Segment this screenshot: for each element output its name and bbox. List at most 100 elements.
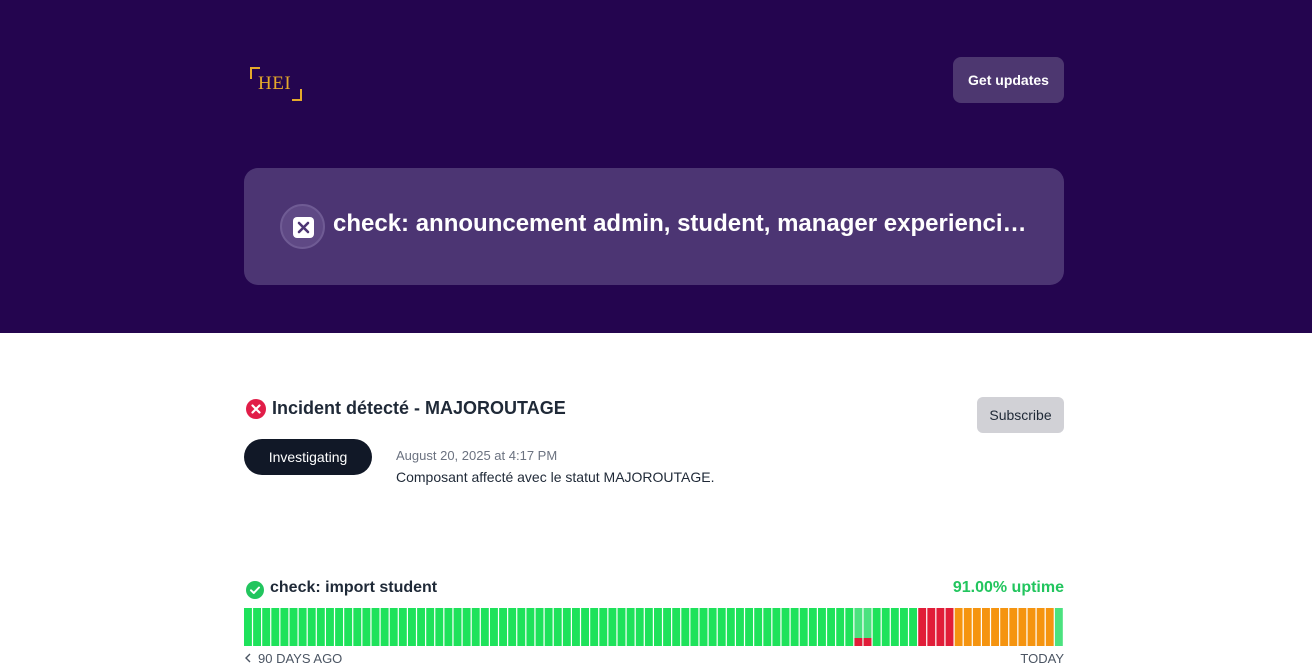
uptime-day-bar[interactable] — [326, 608, 334, 646]
uptime-day-bar[interactable] — [772, 608, 781, 646]
uptime-day-bar[interactable] — [253, 608, 262, 646]
uptime-day-bar[interactable] — [799, 608, 808, 646]
uptime-day-bar[interactable] — [462, 608, 471, 646]
uptime-day-bar[interactable] — [900, 608, 908, 646]
get-updates-button[interactable]: Get updates — [953, 57, 1064, 103]
uptime-day-bar[interactable] — [881, 608, 890, 646]
uptime-day-bar[interactable] — [854, 608, 863, 646]
uptime-day-bar[interactable] — [1018, 608, 1027, 646]
uptime-day-bar[interactable] — [717, 608, 726, 646]
uptime-day-bar[interactable] — [608, 608, 617, 646]
uptime-day-bar[interactable] — [517, 608, 526, 646]
uptime-day-bar[interactable] — [927, 608, 936, 646]
uptime-day-bar[interactable] — [808, 608, 817, 646]
uptime-day-bar[interactable] — [499, 608, 508, 646]
uptime-day-bar[interactable] — [508, 608, 517, 646]
uptime-day-bar[interactable] — [316, 608, 325, 646]
uptime-day-bar[interactable] — [1054, 608, 1063, 646]
uptime-day-bar[interactable] — [280, 608, 289, 646]
uptime-day-bar[interactable] — [845, 608, 854, 646]
uptime-day-bar[interactable] — [617, 608, 626, 646]
uptime-day-bar[interactable] — [763, 608, 772, 646]
hei-logo[interactable]: HEI — [250, 67, 304, 101]
uptime-day-bar[interactable] — [745, 608, 754, 646]
uptime-day-bar[interactable] — [526, 608, 535, 646]
uptime-day-bar[interactable] — [909, 608, 918, 646]
subscribe-button[interactable]: Subscribe — [977, 397, 1064, 433]
uptime-day-bar[interactable] — [389, 608, 398, 646]
uptime-day-bar[interactable] — [590, 608, 599, 646]
uptime-day-bar[interactable] — [954, 608, 963, 646]
uptime-day-bar[interactable] — [417, 608, 426, 646]
uptime-day-bar[interactable] — [663, 608, 672, 646]
uptime-day-bar[interactable] — [982, 608, 990, 646]
uptime-day-bar[interactable] — [836, 608, 845, 646]
uptime-day-bar[interactable] — [726, 608, 735, 646]
uptime-day-bar[interactable] — [736, 608, 744, 646]
uptime-day-bar[interactable] — [599, 608, 608, 646]
uptime-day-bar[interactable] — [644, 608, 653, 646]
uptime-day-bar[interactable] — [918, 608, 927, 646]
uptime-day-bar[interactable] — [398, 608, 407, 646]
uptime-day-bar[interactable] — [553, 608, 562, 646]
incident-status-badge: Investigating — [244, 439, 372, 475]
uptime-day-bar[interactable] — [1000, 608, 1009, 646]
uptime-day-bar[interactable] — [1009, 608, 1018, 646]
uptime-day-bar[interactable] — [635, 608, 644, 646]
uptime-day-bar[interactable] — [480, 608, 489, 646]
uptime-day-bar[interactable] — [344, 608, 353, 646]
uptime-day-bar[interactable] — [818, 608, 826, 646]
uptime-day-bar[interactable] — [380, 608, 389, 646]
uptime-day-bar[interactable] — [535, 608, 544, 646]
uptime-day-bar[interactable] — [307, 608, 316, 646]
uptime-day-bar[interactable] — [362, 608, 371, 646]
uptime-day-bar[interactable] — [699, 608, 708, 646]
uptime-day-bar[interactable] — [626, 608, 635, 646]
uptime-day-bar[interactable] — [863, 608, 872, 646]
uptime-day-bar[interactable] — [872, 608, 881, 646]
uptime-day-bar[interactable] — [708, 608, 717, 646]
uptime-day-bar[interactable] — [408, 608, 416, 646]
uptime-day-bar[interactable] — [544, 608, 553, 646]
uptime-day-bar[interactable] — [426, 608, 435, 646]
check-circle-icon — [246, 581, 264, 599]
chevron-left-icon — [244, 651, 252, 666]
uptime-day-bar[interactable] — [244, 608, 252, 646]
uptime-day-bar[interactable] — [271, 608, 280, 646]
uptime-percentage: 91.00% uptime — [952, 579, 1064, 596]
uptime-day-bar[interactable] — [572, 608, 580, 646]
uptime-day-bar[interactable] — [453, 608, 462, 646]
uptime-day-bar[interactable] — [936, 608, 945, 646]
uptime-day-bar[interactable] — [435, 608, 444, 646]
uptime-day-bar[interactable] — [781, 608, 790, 646]
uptime-day-bar[interactable] — [654, 608, 662, 646]
uptime-day-bar[interactable] — [444, 608, 453, 646]
uptime-day-bar[interactable] — [681, 608, 690, 646]
x-square-icon — [293, 217, 314, 238]
uptime-day-bar[interactable] — [972, 608, 981, 646]
uptime-day-bar[interactable] — [890, 608, 899, 646]
uptime-day-bar[interactable] — [1045, 608, 1054, 646]
uptime-day-bar[interactable] — [790, 608, 799, 646]
uptime-day-bar[interactable] — [690, 608, 699, 646]
uptime-day-bar[interactable] — [945, 608, 954, 646]
uptime-day-bar[interactable] — [371, 608, 380, 646]
uptime-day-bar[interactable] — [1027, 608, 1036, 646]
uptime-day-bar[interactable] — [262, 608, 271, 646]
uptime-day-bar[interactable] — [298, 608, 307, 646]
uptime-day-bar[interactable] — [562, 608, 571, 646]
uptime-day-bar[interactable] — [1036, 608, 1045, 646]
uptime-day-bar[interactable] — [471, 608, 480, 646]
uptime-day-bar[interactable] — [353, 608, 362, 646]
uptime-day-bar[interactable] — [335, 608, 344, 646]
uptime-day-bar[interactable] — [991, 608, 1000, 646]
x-circle-icon — [246, 399, 266, 419]
uptime-day-bar[interactable] — [490, 608, 498, 646]
uptime-day-bar[interactable] — [827, 608, 836, 646]
uptime-day-bar[interactable] — [754, 608, 763, 646]
uptime-day-bar[interactable] — [581, 608, 590, 646]
range-end-label: TODAY — [1020, 651, 1064, 666]
uptime-day-bar[interactable] — [963, 608, 972, 646]
uptime-day-bar[interactable] — [289, 608, 298, 646]
uptime-day-bar[interactable] — [672, 608, 681, 646]
